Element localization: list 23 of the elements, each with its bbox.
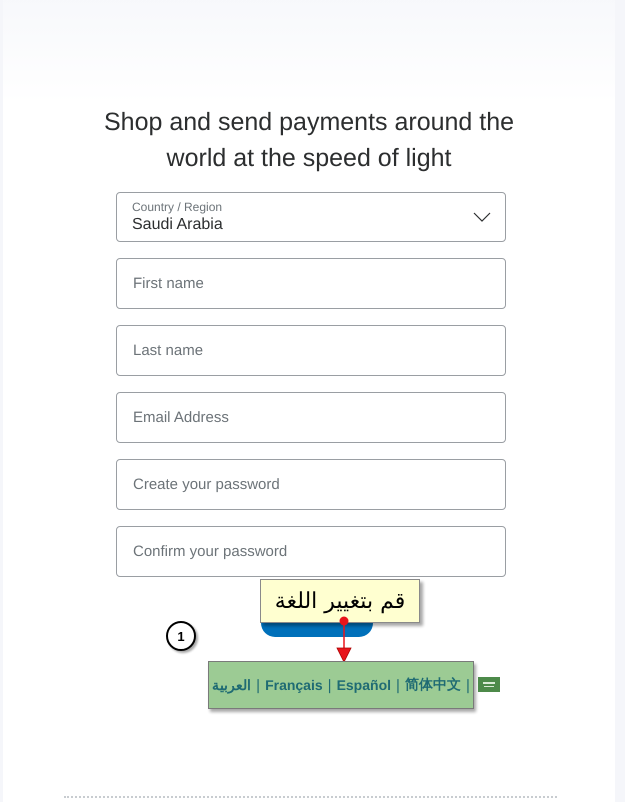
country-select[interactable]: Country / Region Saudi Arabia	[116, 192, 506, 242]
step-number: 1	[166, 621, 196, 651]
separator: |	[466, 676, 470, 694]
page-heading: Shop and send payments around the world at the speed of light	[102, 107, 516, 174]
language-link[interactable]: العربية	[212, 677, 252, 693]
input-field[interactable]: Create your password	[116, 459, 506, 510]
flag-icon	[478, 677, 500, 692]
country-label: Country / Region	[132, 200, 224, 214]
separator: |	[396, 676, 400, 694]
input-field[interactable]: Last name	[116, 325, 506, 376]
callout-tooltip: قم بتغيير اللغة	[260, 579, 420, 623]
input-field[interactable]: First name	[116, 258, 506, 309]
chevron-down-icon	[473, 212, 491, 222]
separator: |	[328, 676, 332, 694]
country-value: Saudi Arabia	[132, 214, 224, 234]
separator: |	[256, 676, 260, 694]
input-field[interactable]: Email Address	[116, 392, 506, 443]
submit-button[interactable]	[261, 623, 373, 637]
pointer-arrow-tooltip	[334, 616, 354, 664]
language-link[interactable]: Español	[336, 677, 392, 693]
language-link[interactable]: Français	[265, 677, 323, 693]
input-field[interactable]: Confirm your password	[116, 526, 506, 577]
language-link[interactable]: 简体中文	[404, 676, 461, 694]
